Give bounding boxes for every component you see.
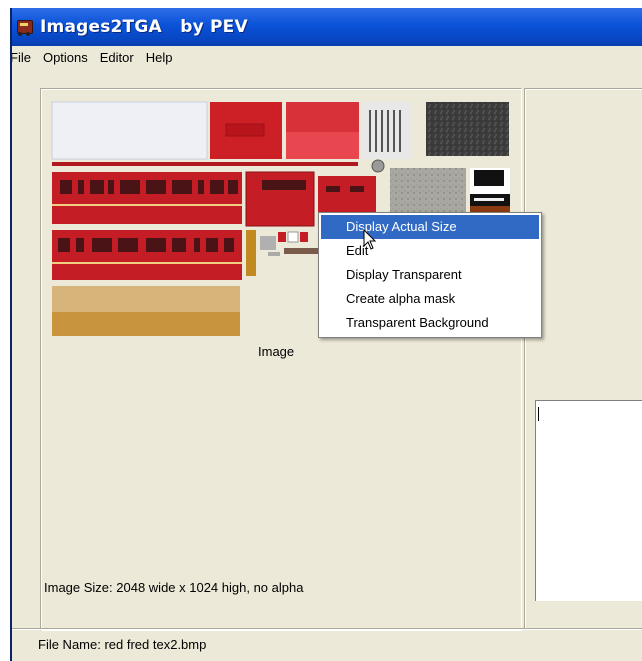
- menu-item-create-alpha-mask[interactable]: Create alpha mask: [321, 287, 539, 311]
- menu-item-edit[interactable]: Edit: [321, 239, 539, 263]
- menu-item-display-actual-size[interactable]: Display Actual Size: [321, 215, 539, 239]
- menu-options[interactable]: Options: [37, 50, 94, 65]
- menu-item-display-transparent[interactable]: Display Transparent: [321, 263, 539, 287]
- window-title: Images2TGA by PEV: [40, 17, 248, 37]
- menu-bar: File Options Editor Help: [12, 46, 642, 68]
- title-bar[interactable]: Images2TGA by PEV: [12, 8, 642, 46]
- menu-help[interactable]: Help: [140, 50, 179, 65]
- file-name-label: File Name: red fred tex2.bmp: [38, 637, 207, 652]
- context-menu: Display Actual Size Edit Display Transpa…: [318, 212, 542, 338]
- menu-item-transparent-background[interactable]: Transparent Background: [321, 311, 539, 335]
- text-area[interactable]: [535, 400, 642, 601]
- menu-file[interactable]: File: [12, 50, 37, 65]
- image-size-label: Image Size: 2048 wide x 1024 high, no al…: [44, 580, 304, 595]
- train-icon[interactable]: [16, 18, 33, 36]
- mouse-pointer-icon: [363, 229, 377, 250]
- app-window: Images2TGA by PEV File Options Editor He…: [10, 8, 642, 661]
- status-divider: [12, 628, 642, 630]
- image-caption: Image: [258, 344, 295, 359]
- text-caret: [538, 407, 539, 421]
- menu-editor[interactable]: Editor: [94, 50, 140, 65]
